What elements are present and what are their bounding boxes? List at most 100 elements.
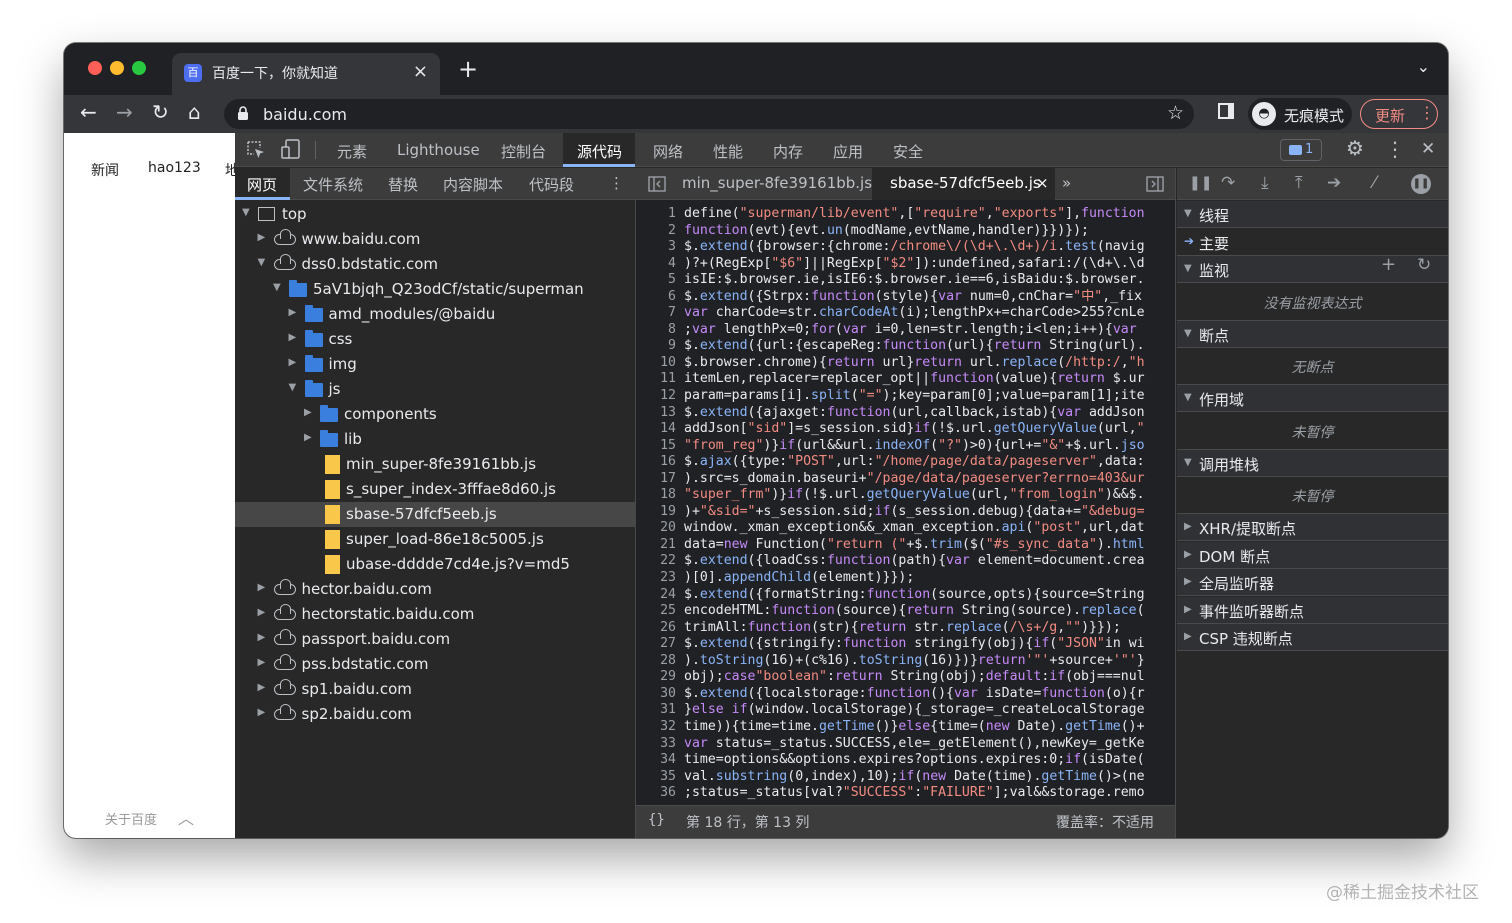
tree-item[interactable]: ▶ lib [235,427,636,452]
debugger-section-header[interactable]: ▼ 作用域 [1177,385,1448,412]
line-number[interactable]: 25 [636,603,684,620]
line-number[interactable]: 30 [636,686,684,703]
collapsed-arrow-icon[interactable]: ▶ [289,357,297,368]
editor-tab-sbase[interactable]: sbase-57dfcf5eeb.js [890,174,1041,192]
line-number[interactable]: 4 [636,256,684,273]
tree-item[interactable]: ▼ js [235,377,636,402]
code-line[interactable]: 26 trimAll:function(str){return str.repla… [636,620,1175,637]
collapsed-arrow-icon[interactable]: ▶ [304,432,312,443]
code-line[interactable]: 14 addJson["sid"]=s_session.sid}if(!$.url… [636,421,1175,438]
navigator-more-icon[interactable]: ⋮ [609,174,624,192]
incognito-indicator[interactable]: ◓ 无痕模式 [1248,98,1352,130]
code-line[interactable]: 5 isIE:$.browser.ie,isIE6:$.browser.ie==6… [636,272,1175,289]
collapsed-arrow-icon[interactable]: ▶ [258,632,266,643]
code-line[interactable]: 32 time)){time=time.getTime()}else{time=(… [636,719,1175,736]
pause-on-exceptions-icon[interactable]: ❚❚ [1411,174,1431,194]
forward-icon[interactable]: → [116,100,133,124]
step-over-icon[interactable]: ↷ [1221,173,1235,193]
collapsed-arrow-icon[interactable]: ▶ [258,657,266,668]
line-number[interactable]: 31 [636,702,684,719]
settings-gear-icon[interactable]: ⚙ [1346,136,1364,160]
update-button[interactable]: 更新 ⋮ [1360,99,1438,129]
tab-application[interactable]: 应用 [833,141,863,162]
line-number[interactable]: 6 [636,289,684,306]
collapsed-arrow-icon[interactable]: ▶ [289,307,297,318]
line-number[interactable]: 12 [636,388,684,405]
code-line[interactable]: 24 $.extend({formatString:function(source… [636,587,1175,604]
step-into-icon[interactable]: ⤓ [1261,173,1269,193]
line-number[interactable]: 5 [636,272,684,289]
toggle-navigator-icon[interactable] [648,176,666,192]
collapsed-arrow-icon[interactable]: ▶ [258,232,266,243]
tree-item[interactable]: ▶ www.baidu.com [235,227,636,252]
tab-search-chevron-icon[interactable]: ⌄ [1417,57,1430,76]
line-number[interactable]: 33 [636,736,684,753]
line-number[interactable]: 17 [636,471,684,488]
side-panel-icon[interactable] [1218,103,1234,119]
subtab-snippets[interactable]: 代码段 [529,174,574,195]
expanded-arrow-icon[interactable]: ▼ [273,282,281,293]
code-line[interactable]: 9 $.extend({url:{escapeReg:function(url){… [636,338,1175,355]
pretty-print-icon[interactable]: {} [648,812,665,828]
collapsed-arrow-icon[interactable]: ▶ [258,707,266,718]
code-line[interactable]: 16 $.ajax({type:"POST",url:"/home/page/da… [636,454,1175,471]
tree-item[interactable]: ▶ amd_modules/@baidu [235,302,636,327]
debugger-section-header[interactable]: ▼ 调用堆栈 [1177,449,1448,477]
expanded-arrow-icon[interactable]: ▼ [289,382,297,393]
debugger-section-header[interactable]: ▶ 全局监听器 [1177,569,1448,596]
tree-item[interactable]: ▶ css [235,327,636,352]
code-line[interactable]: 31}else if(window.localStorage){_storage… [636,702,1175,719]
tree-item[interactable]: ▶ sp1.baidu.com [235,677,636,702]
close-window-button[interactable] [88,61,102,75]
line-number[interactable]: 2 [636,223,684,240]
coverage-status[interactable]: 覆盖率：不适用 [1056,812,1154,832]
subtab-filesystem[interactable]: 文件系统 [303,174,363,195]
toggle-debugger-icon[interactable] [1146,176,1164,192]
code-line[interactable]: 27 $.extend({stringify:function stringify… [636,636,1175,653]
line-number[interactable]: 32 [636,719,684,736]
code-line[interactable]: 36 ;status=_status[val?"SUCCESS":"FAILURE… [636,785,1175,801]
line-number[interactable]: 27 [636,636,684,653]
zoom-window-button[interactable] [132,61,146,75]
new-tab-button[interactable]: + [458,55,478,83]
code-line[interactable]: 4)?+(RegExp["$6"]||RegExp["$2"]):undefin… [636,256,1175,273]
tree-item[interactable]: ▶ hectorstatic.baidu.com [235,602,636,627]
code-line[interactable]: 1 define("superman/lib/event",["require",… [636,206,1175,223]
debugger-section-header[interactable]: ▶ DOM 断点 [1177,541,1448,569]
collapsed-arrow-icon[interactable]: ▶ [258,582,266,593]
tree-item[interactable]: ubase-dddde7cd4e.js?v=md5 [235,552,636,577]
step-out-icon[interactable]: ⤒ [1295,173,1303,193]
editor-tab-min-super[interactable]: min_super-8fe39161bb.js [682,174,872,192]
code-line[interactable]: 23)[0].appendChild(element)}}); [636,570,1175,587]
back-icon[interactable]: ← [80,100,97,124]
debugger-section-header[interactable]: ▼ 监视 [1177,256,1448,283]
line-number[interactable]: 28 [636,653,684,670]
line-number[interactable]: 10 [636,355,684,372]
collapsed-arrow-icon[interactable]: ▶ [289,332,297,343]
line-number[interactable]: 9 [636,338,684,355]
code-line[interactable]: 35 val.substring(0,index),10);if(new Date… [636,769,1175,786]
line-number[interactable]: 7 [636,305,684,322]
tree-item[interactable]: s_super_index-3fffae8d60.js [235,477,636,502]
add-watch-icon[interactable]: + [1381,254,1396,275]
tree-item[interactable]: ▼ dss0.bdstatic.com [235,252,636,277]
minimize-window-button[interactable] [110,61,124,75]
page-link-news[interactable]: 新闻 [91,160,119,180]
line-number[interactable]: 14 [636,421,684,438]
tab-security[interactable]: 安全 [893,141,923,162]
code-line[interactable]: 29 obj);case"boolean":return String(obj);… [636,669,1175,686]
inspect-element-icon[interactable] [247,141,265,159]
deactivate-breakpoints-icon[interactable]: ⁄ [1373,173,1376,193]
expanded-arrow-icon[interactable]: ▼ [242,207,250,218]
debugger-section-header[interactable]: ➔ 主要 [1177,228,1448,256]
pause-icon[interactable]: ❚❚ [1189,175,1212,191]
line-number[interactable]: 8 [636,322,684,339]
tab-close-icon[interactable]: × [413,61,428,82]
line-number[interactable]: 29 [636,669,684,686]
code-line[interactable]: 22 $.extend({loadCss:function(path){var e… [636,553,1175,570]
expanded-arrow-icon[interactable]: ▼ [258,257,266,268]
line-number[interactable]: 23 [636,570,684,587]
tree-item[interactable]: ▶ img [235,352,636,377]
code-line[interactable]: 6 $.extend({Strpx:function(style){var num… [636,289,1175,306]
home-icon[interactable]: ⌂ [188,100,201,124]
